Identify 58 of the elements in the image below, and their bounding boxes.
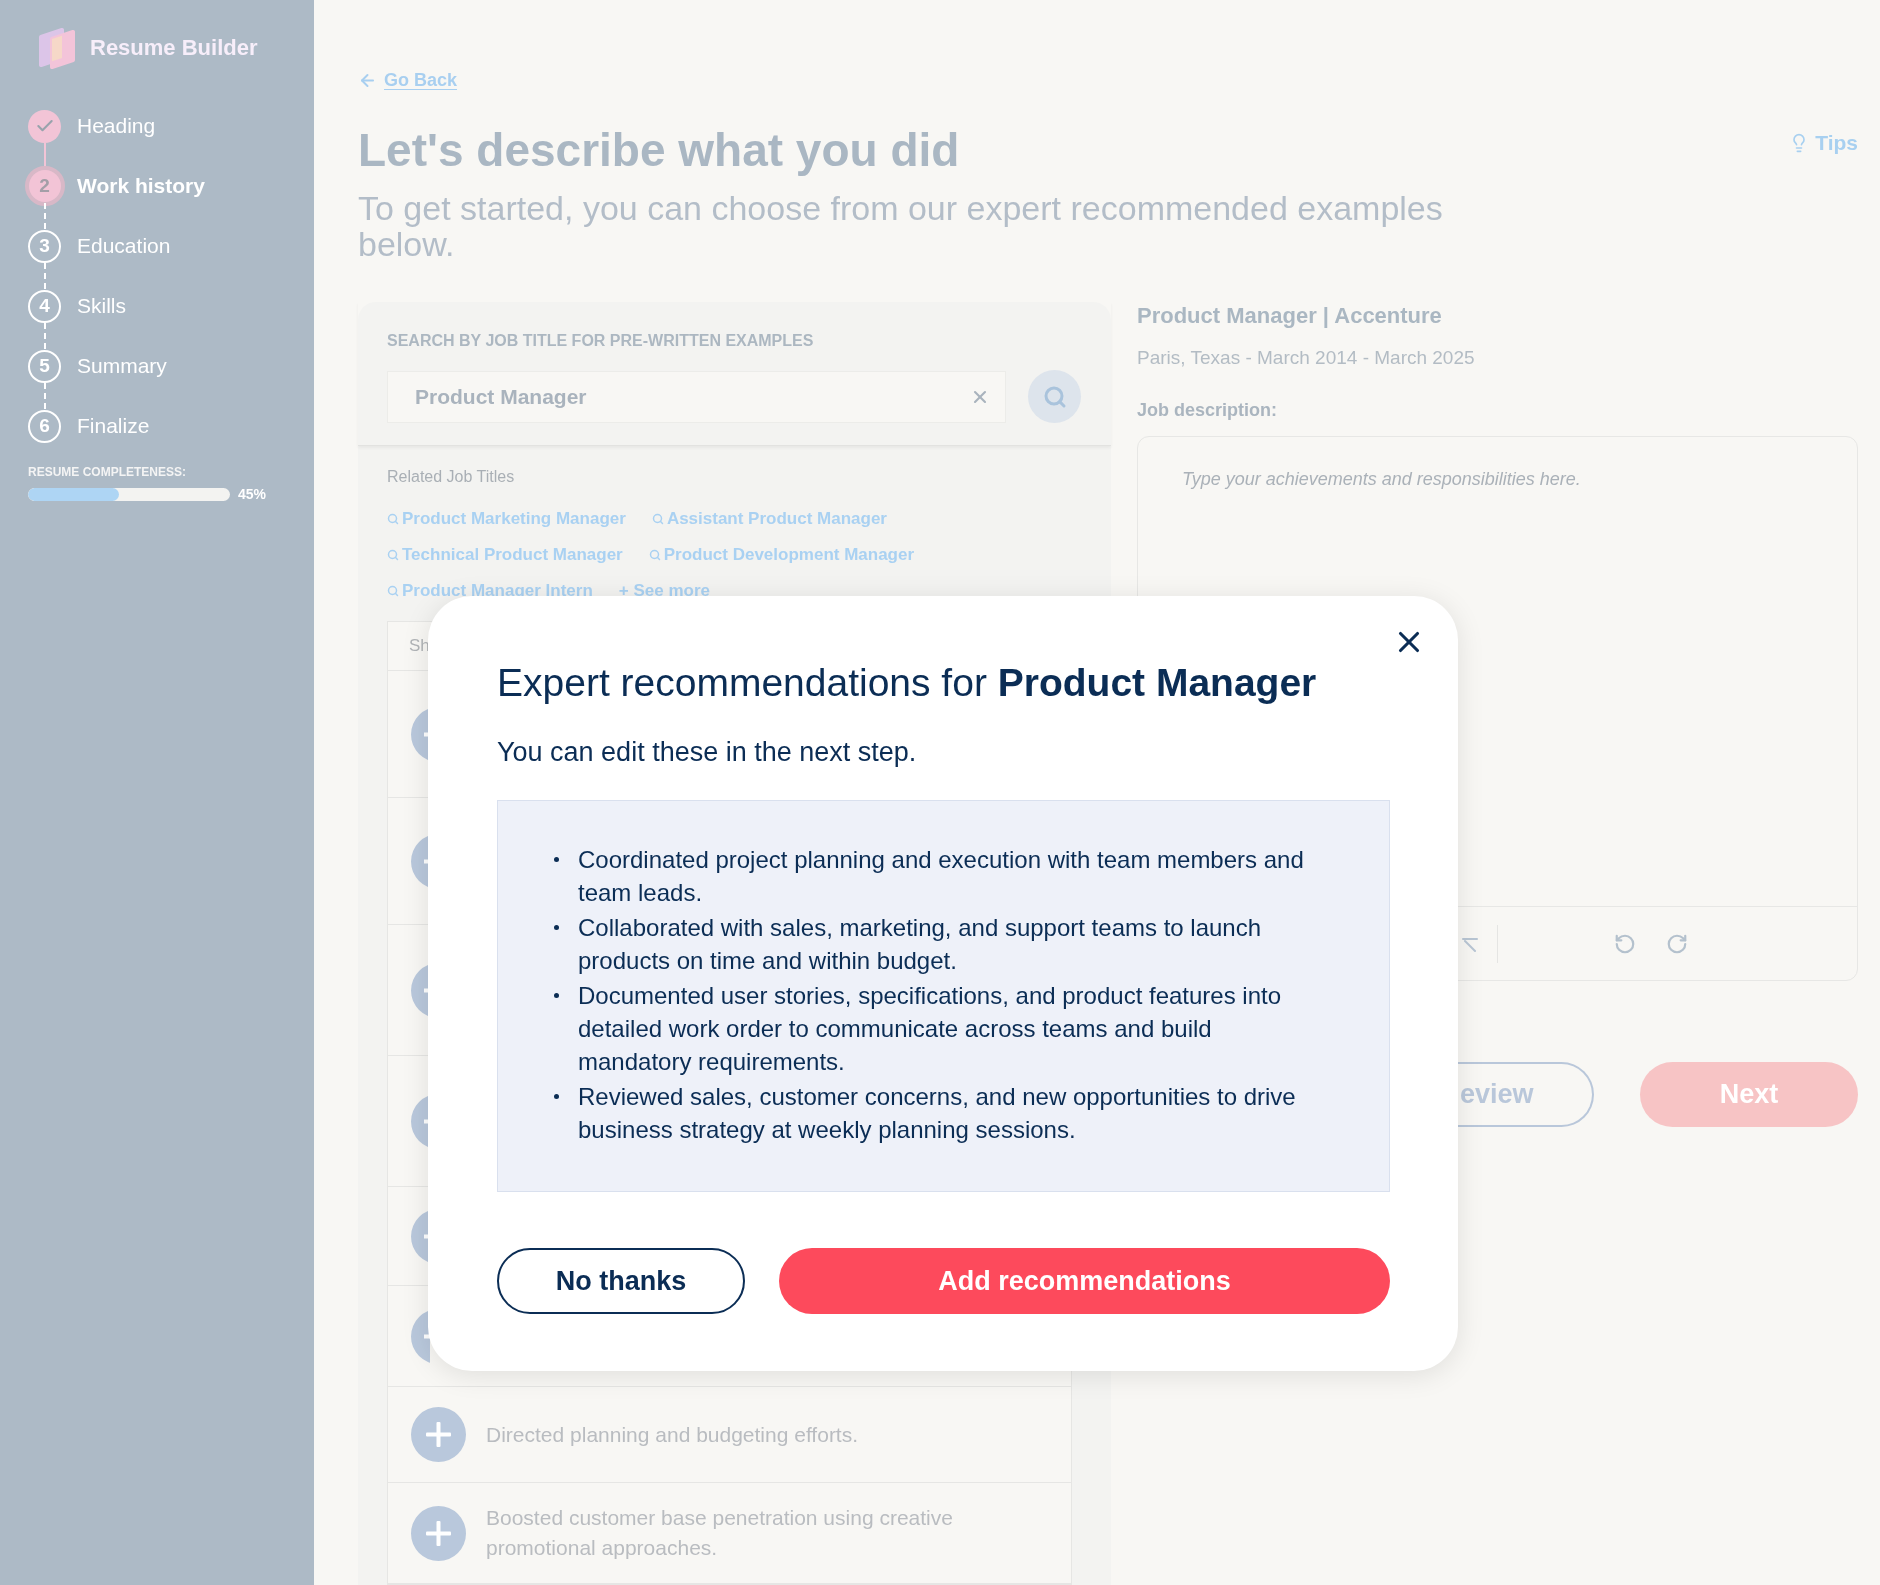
page-title: Let's describe what you did xyxy=(358,123,960,178)
search-heading: SEARCH BY JOB TITLE FOR PRE-WRITTEN EXAMPLES xyxy=(387,331,814,351)
related-title-link[interactable]: Product Development Manager xyxy=(648,542,915,568)
add-icon[interactable] xyxy=(411,1407,466,1462)
step-connector xyxy=(43,203,46,229)
next-button[interactable]: Next xyxy=(1640,1062,1858,1127)
step-number: 3 xyxy=(28,229,61,263)
step-label[interactable]: Heading xyxy=(77,113,156,139)
related-title-link[interactable]: Product Marketing Manager xyxy=(387,506,626,532)
related-title-link[interactable]: Product Manager Intern xyxy=(387,578,593,604)
search-icon xyxy=(387,513,399,525)
completeness-label: RESUME COMPLETENESS: xyxy=(28,465,186,479)
recommendation-text: Documented user stories, specifications, and product features into detailed work order to communicate across teams and build mandatory requirements. xyxy=(578,981,1283,1077)
tips-link[interactable]: Tips xyxy=(1789,129,1858,157)
search-button[interactable] xyxy=(1028,370,1081,423)
search-icon xyxy=(648,549,661,561)
bullet-icon xyxy=(554,1094,559,1099)
search-icon xyxy=(651,513,664,525)
step-label[interactable]: Education xyxy=(77,233,171,259)
example-text: Directed planning and budgeting efforts. xyxy=(486,1421,859,1448)
description-label: Job description: xyxy=(1137,399,1277,422)
step-number: 2 xyxy=(24,166,65,206)
step-number: 5 xyxy=(28,349,61,383)
bullet-icon xyxy=(554,857,559,862)
bullet-icon xyxy=(554,925,559,930)
job-title: Product Manager | Accenture xyxy=(1137,302,1442,330)
undo-icon[interactable] xyxy=(1614,932,1636,955)
related-title-link[interactable]: Technical Product Manager xyxy=(387,542,623,568)
dialog-subtitle: You can edit these in the next step. xyxy=(497,736,917,768)
step-label[interactable]: Summary xyxy=(77,353,167,379)
step-label[interactable]: Finalize xyxy=(77,413,150,439)
go-back-link[interactable]: Go Back xyxy=(358,66,458,94)
step-label[interactable]: Skills xyxy=(77,293,126,319)
page-subtitle: To get started, you can choose from our expert recommended examples below. xyxy=(358,190,1444,262)
job-details: Paris, Texas - March 2014 - March 2025 xyxy=(1137,346,1475,370)
text-format-icon[interactable] xyxy=(1462,935,1478,952)
related-heading: Related Job Titles xyxy=(387,467,515,487)
logo-text: Resume Builder xyxy=(90,34,258,62)
search-icon xyxy=(1042,384,1067,409)
bullet-icon xyxy=(554,993,559,998)
search-field[interactable]: Product Manager xyxy=(387,370,1006,423)
step-number: 6 xyxy=(28,409,61,443)
step-number: 4 xyxy=(28,289,61,323)
example-text: Boosted customer base penetration using creative promotional approaches. xyxy=(486,1505,954,1561)
completeness-percent: 45% xyxy=(238,486,267,502)
add-recommendations-button[interactable]: Add recommendations xyxy=(779,1248,1390,1314)
no-thanks-button[interactable]: No thanks xyxy=(497,1248,745,1314)
related-title-link[interactable]: Assistant Product Manager xyxy=(651,506,887,532)
redo-icon[interactable] xyxy=(1666,932,1688,955)
step-connector xyxy=(43,263,46,289)
recommendation-text: Reviewed sales, customer concerns, and new opportunities to drive business strategy at weekly planning sessions. xyxy=(578,1082,1297,1145)
search-icon xyxy=(387,585,399,597)
search-icon xyxy=(387,549,399,561)
logo-icon xyxy=(38,27,76,69)
add-icon[interactable] xyxy=(411,1505,466,1561)
step-label[interactable]: Work history xyxy=(77,173,205,199)
step-connector xyxy=(43,383,46,409)
step-connector xyxy=(43,323,46,349)
